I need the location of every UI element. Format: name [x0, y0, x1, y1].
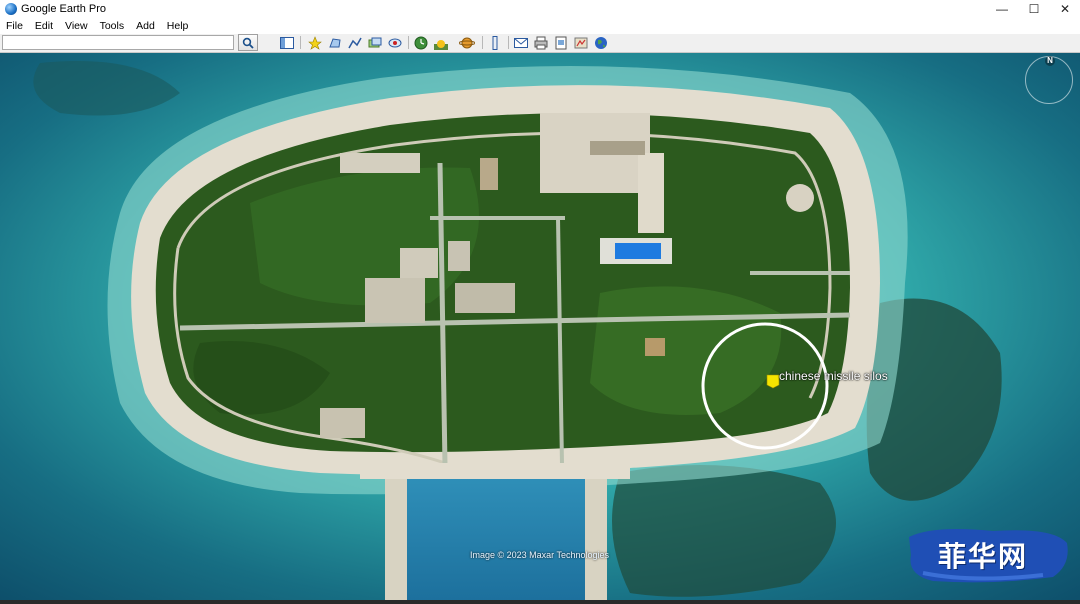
menu-tools[interactable]: Tools — [94, 20, 131, 32]
search-button[interactable] — [238, 34, 258, 51]
menu-help[interactable]: Help — [161, 20, 195, 32]
google-earth-icon — [5, 2, 17, 15]
minimize-button[interactable]: — — [987, 0, 1017, 17]
path-icon — [348, 37, 362, 48]
toolbar-separator — [508, 36, 509, 49]
save-image-icon — [555, 36, 567, 49]
menu-edit[interactable]: Edit — [29, 20, 59, 32]
print-button[interactable] — [532, 35, 550, 50]
path-button[interactable] — [346, 35, 364, 50]
menu-file[interactable]: File — [0, 20, 29, 32]
print-icon — [534, 36, 548, 49]
status-bar — [0, 600, 1080, 604]
polygon-button[interactable] — [326, 35, 344, 50]
toolbar-separator — [300, 36, 301, 49]
map-view[interactable]: chinese missile silos Image © 2023 Maxar… — [0, 53, 1080, 604]
satellite-imagery — [0, 53, 1080, 604]
record-tour-icon — [388, 38, 402, 47]
sidebar-button[interactable] — [278, 35, 296, 50]
placemark-button[interactable] — [306, 35, 324, 50]
ruler-icon — [492, 35, 498, 50]
maximize-button[interactable]: ☐ — [1019, 0, 1049, 17]
toolbar-separator — [408, 36, 409, 49]
placemark-pin-icon[interactable] — [766, 374, 780, 389]
title-bar: Google Earth Pro — ☐ ✕ — [0, 0, 1080, 17]
view-in-maps-button[interactable] — [572, 35, 590, 50]
menu-view[interactable]: View — [59, 20, 94, 32]
email-button[interactable] — [512, 35, 530, 50]
toolbar-separator — [482, 36, 483, 49]
navigation-compass[interactable]: N — [1025, 56, 1073, 104]
image-overlay-button[interactable] — [366, 35, 384, 50]
planets-icon — [459, 37, 475, 48]
search-input[interactable] — [2, 35, 234, 50]
window-title: Google Earth Pro — [21, 2, 106, 15]
sidebar-icon — [280, 36, 294, 49]
ruler-button[interactable] — [486, 35, 504, 50]
earth-button[interactable] — [592, 35, 610, 50]
record-tour-button[interactable] — [386, 35, 404, 50]
sunlight-button[interactable] — [432, 35, 450, 50]
placemark-label[interactable]: chinese missile silos — [779, 369, 888, 383]
earth-icon — [595, 36, 607, 49]
save-image-button[interactable] — [552, 35, 570, 50]
historical-imagery-icon — [414, 36, 428, 49]
menu-bar: File Edit View Tools Add Help — [0, 17, 1080, 34]
compass-north-label: N — [1045, 56, 1055, 66]
watermark-logo: 菲华网 — [903, 525, 1071, 585]
placemark-icon — [308, 35, 322, 50]
search-icon — [242, 37, 254, 49]
view-in-maps-icon — [574, 37, 588, 48]
sunlight-icon — [434, 39, 448, 50]
toolbar — [0, 34, 1080, 53]
polygon-icon — [329, 37, 341, 47]
imagery-attribution: Image © 2023 Maxar Technologies — [470, 550, 610, 560]
planets-button[interactable] — [458, 35, 476, 50]
close-button[interactable]: ✕ — [1050, 0, 1080, 17]
email-icon — [514, 37, 528, 48]
watermark-text: 菲华网 — [938, 540, 1029, 573]
historical-imagery-button[interactable] — [412, 35, 430, 50]
image-overlay-icon — [368, 37, 382, 47]
menu-add[interactable]: Add — [130, 20, 161, 32]
